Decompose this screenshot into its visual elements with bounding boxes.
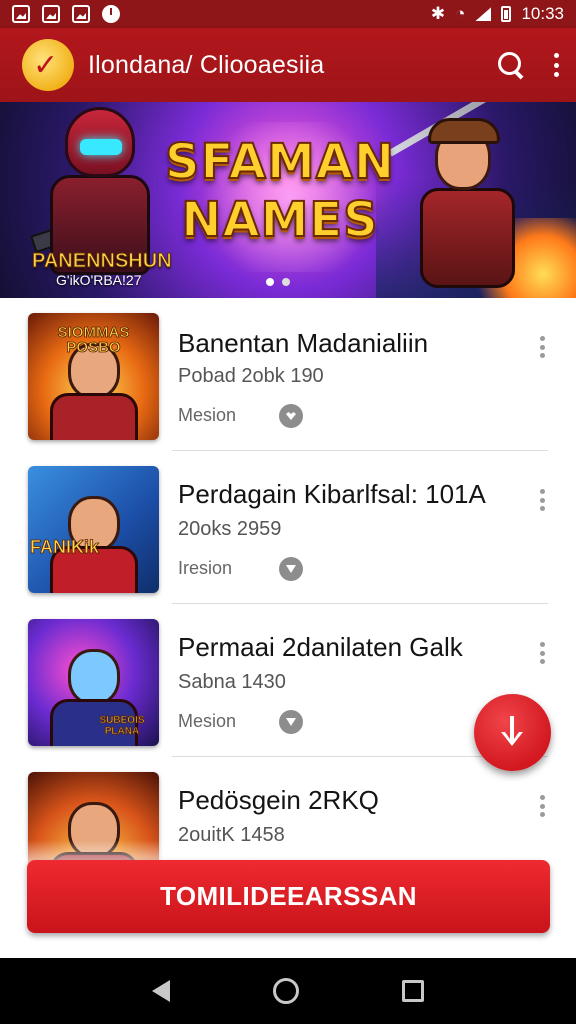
item-title: Perdagain Kibarlfsal: 101A	[178, 479, 486, 509]
app-title: Ilondana/ Cliooaesiia	[88, 50, 325, 79]
item-menu-icon[interactable]	[540, 642, 546, 664]
game-list: SIOMMAS POSBO Banentan Madanialiin Pobad…	[0, 298, 576, 910]
item-subtitle: Pobad 2obk 190	[178, 365, 324, 387]
photo-notification-icon	[42, 5, 60, 23]
robot-visor	[80, 139, 122, 155]
game-thumbnail[interactable]: SIOMMAS POSBO	[28, 313, 159, 440]
item-subtitle: 20oks 2959	[178, 518, 282, 540]
item-menu-icon[interactable]	[540, 489, 546, 511]
item-menu-icon[interactable]	[540, 795, 546, 817]
vibrate-icon: ✱	[430, 4, 446, 23]
item-meta: Mesion	[178, 711, 237, 731]
list-item[interactable]: FANIKik Perdagain Kibarlfsal: 101A 20oks…	[0, 451, 576, 604]
alert-notification-icon	[102, 5, 120, 23]
warrior-body	[420, 188, 515, 288]
game-thumbnail[interactable]: SUBEOIS PLANA	[28, 619, 159, 746]
download-icon[interactable]	[279, 557, 303, 581]
wifi-icon: ◔	[455, 4, 466, 23]
featured-banner[interactable]: SFAMAN NAMES PANENNSHUN G'ikO'RBA!27	[0, 102, 576, 298]
thumbnail-title: SIOMMAS POSBO	[57, 324, 130, 356]
banner-title-line1: SFAMAN	[164, 133, 396, 191]
item-title: Pedösgein 2RKQ	[178, 785, 379, 815]
primary-cta-button[interactable]: TOMILIDEEARSSAN	[27, 860, 550, 933]
gallery-notification-icon	[12, 5, 30, 23]
banner-page-indicator	[266, 278, 290, 286]
item-meta: Mesion	[178, 405, 237, 425]
item-menu-icon[interactable]	[540, 336, 546, 358]
page-dot-active[interactable]	[266, 278, 274, 286]
banner-caption: PANENNSHUN	[32, 250, 173, 273]
list-item[interactable]: SIOMMAS POSBO Banentan Madanialiin Pobad…	[0, 298, 576, 451]
system-nav-bar	[0, 958, 576, 1024]
back-icon[interactable]	[151, 980, 170, 1002]
home-icon[interactable]	[272, 978, 299, 1004]
app-logo[interactable]	[22, 39, 74, 91]
status-time: 10:33	[521, 4, 564, 23]
item-subtitle: Sabna 1430	[178, 671, 286, 693]
banner-caption-secondary: G'ikO'RBA!27	[56, 272, 142, 288]
thumbnail-title: FANIKik	[30, 537, 100, 557]
banner-title-line2: NAMES	[180, 191, 379, 249]
search-icon[interactable]	[496, 50, 526, 80]
status-bar: ✱ ◔ 10:33	[0, 0, 576, 28]
recent-apps-icon[interactable]	[402, 980, 425, 1002]
item-title: Banentan Madanialiin	[178, 328, 429, 358]
overflow-menu-icon[interactable]	[554, 53, 560, 77]
download-icon[interactable]	[279, 710, 303, 734]
signal-icon	[475, 7, 492, 21]
status-system-icons: ✱ ◔ 10:33	[431, 4, 564, 24]
item-title: Permaai 2danilaten Galk	[178, 632, 463, 662]
item-meta: Iresion	[178, 558, 233, 578]
thumbnail-character-body	[50, 393, 138, 440]
app-bar: Ilondana/ Cliooaesiia	[0, 28, 576, 102]
warrior-hat	[428, 118, 500, 144]
thumbnail-title: SUBEOIS PLANA	[99, 715, 145, 738]
status-notification-icons	[12, 5, 120, 23]
app-bar-actions	[496, 50, 560, 80]
page-dot[interactable]	[282, 278, 290, 286]
thumbnail-character	[68, 649, 120, 705]
download-fab-button[interactable]	[474, 694, 551, 771]
heart-icon[interactable]	[279, 404, 303, 428]
banner-warrior-character	[388, 102, 550, 298]
image-notification-icon	[72, 5, 90, 23]
battery-icon	[501, 6, 512, 22]
game-thumbnail[interactable]: FANIKik	[28, 466, 159, 593]
